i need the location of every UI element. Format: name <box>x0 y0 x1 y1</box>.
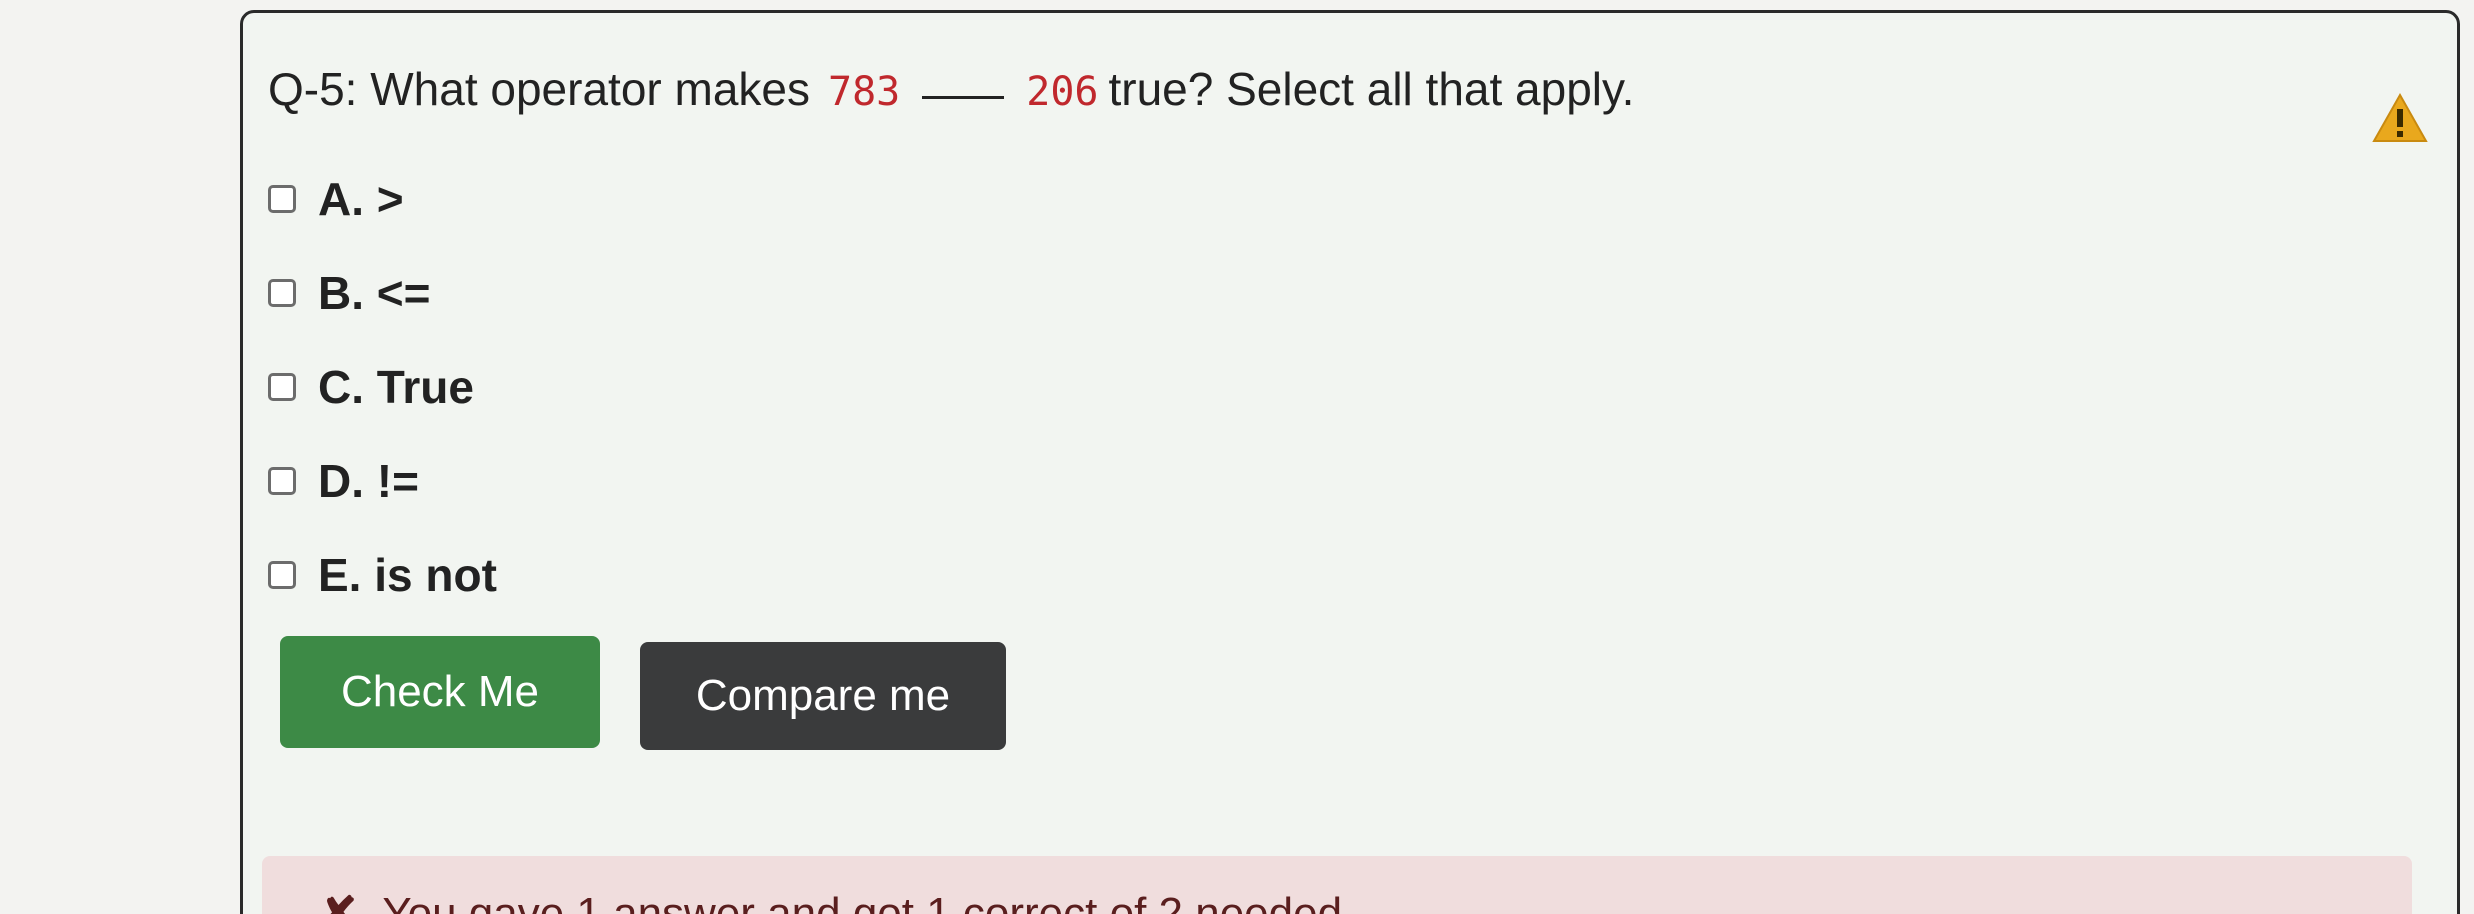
right-operand: 206 <box>1026 69 1099 115</box>
option-e[interactable]: E. is not <box>268 528 497 622</box>
option-d-label: D. != <box>318 455 419 507</box>
option-b[interactable]: B. <= <box>268 246 497 340</box>
incorrect-icon: ✘ <box>320 889 357 914</box>
left-operand: 783 <box>827 69 901 115</box>
feedback-message: ✘ You gave 1 answer and got 1 correct of… <box>320 888 1342 914</box>
warning-icon[interactable] <box>2372 92 2428 144</box>
option-b-label: B. <= <box>318 267 431 319</box>
feedback-text: You gave 1 answer and got 1 correct of 2… <box>382 889 1343 914</box>
question-prefix: Q-5: What operator makes <box>268 63 810 115</box>
check-me-button[interactable]: Check Me <box>280 636 600 748</box>
option-c-checkbox[interactable] <box>268 373 296 401</box>
operator-blank <box>922 96 1005 99</box>
question-text: Q-5: What operator makes 783 206 true? S… <box>268 62 1634 116</box>
option-b-checkbox[interactable] <box>268 279 296 307</box>
option-a[interactable]: A. > <box>268 152 497 246</box>
option-d-checkbox[interactable] <box>268 467 296 495</box>
option-c[interactable]: C. True <box>268 340 497 434</box>
page: Q-5: What operator makes 783 206 true? S… <box>0 0 2474 914</box>
question-suffix: true? Select all that apply. <box>1108 63 1635 115</box>
question-card <box>240 10 2460 914</box>
option-a-label: A. > <box>318 173 404 225</box>
options-list: A. > B. <= C. True D. != E. is not <box>268 152 497 622</box>
option-c-label: C. True <box>318 361 474 413</box>
option-e-checkbox[interactable] <box>268 561 296 589</box>
option-a-checkbox[interactable] <box>268 185 296 213</box>
option-d[interactable]: D. != <box>268 434 497 528</box>
option-e-label: E. is not <box>318 549 497 601</box>
compare-me-button[interactable]: Compare me <box>640 642 1006 750</box>
